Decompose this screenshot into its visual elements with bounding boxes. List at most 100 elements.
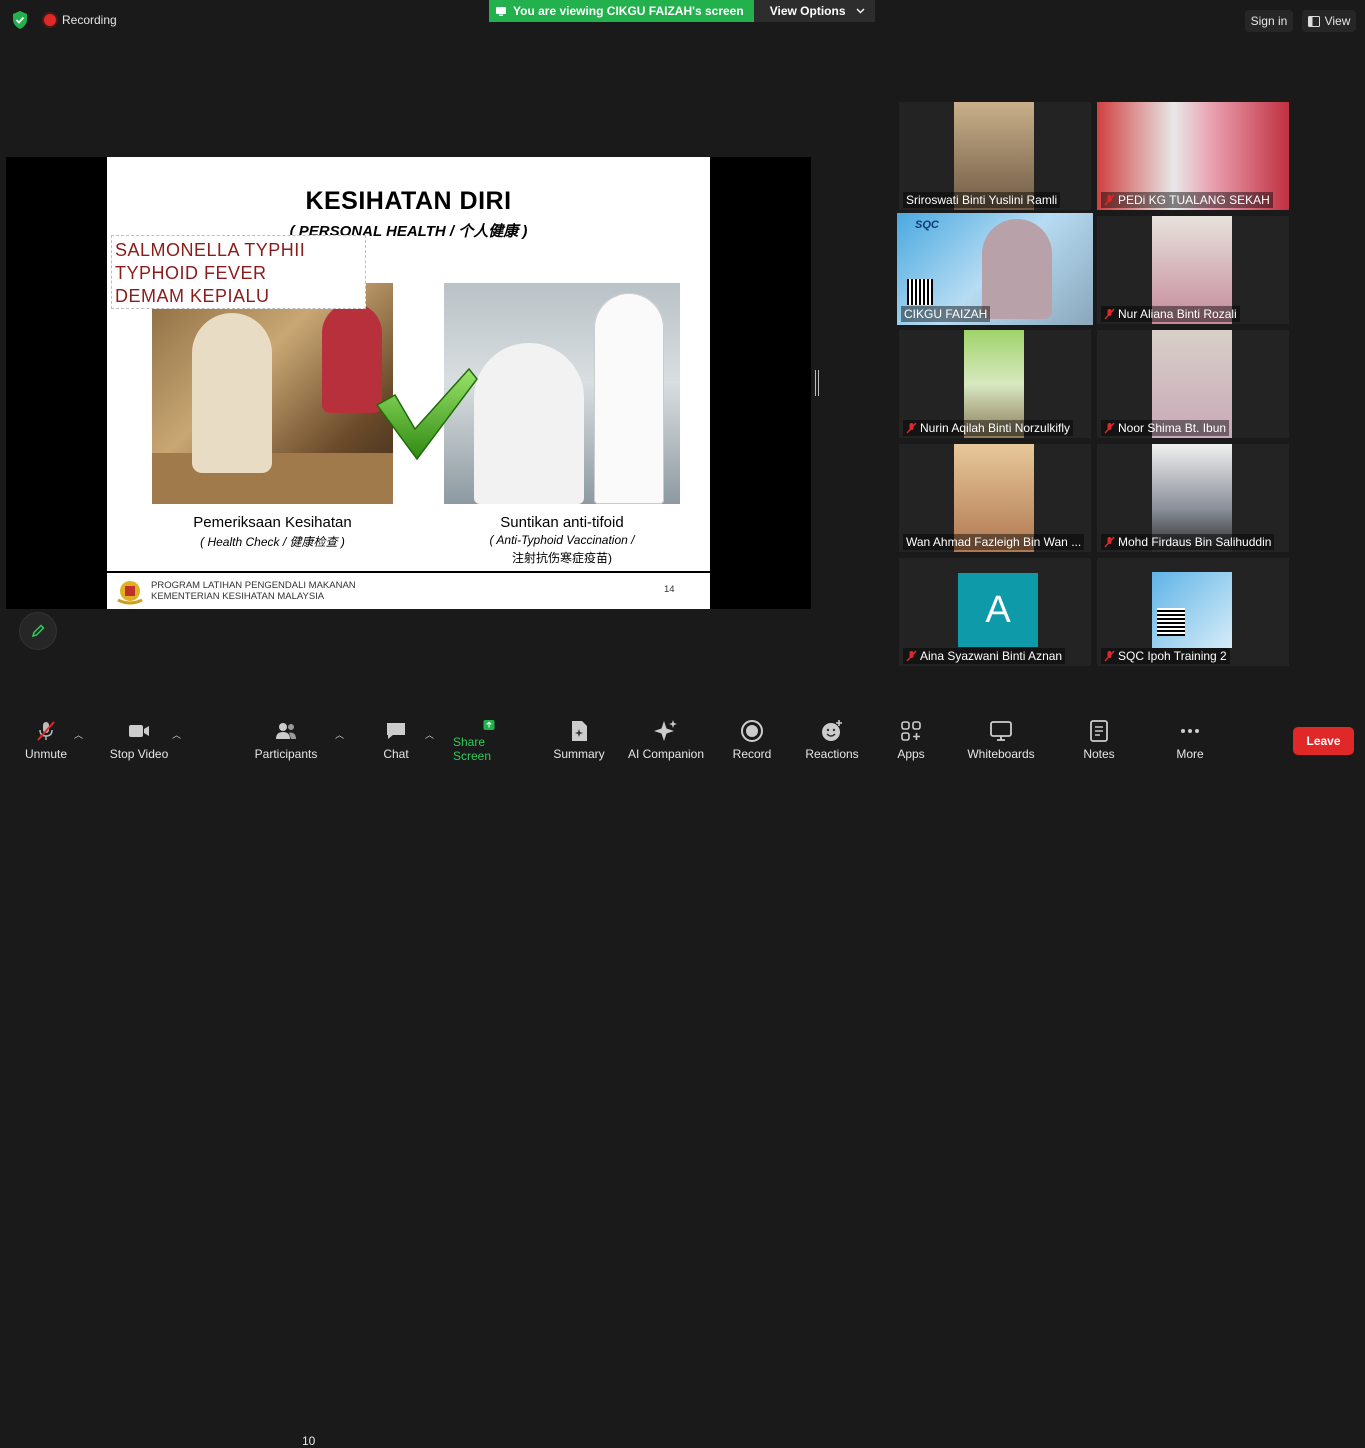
recording-indicator[interactable]: Recording	[44, 12, 117, 28]
participants-options-caret[interactable]: ︿	[335, 728, 344, 741]
participant-name: Nur Aliana Binti Rozali	[1101, 306, 1240, 322]
mic-muted-icon	[1104, 536, 1115, 548]
mic-muted-icon	[1104, 194, 1115, 206]
participant-tile[interactable]: Noor Shima Bt. Ibun	[1097, 330, 1289, 438]
caption-vaccination: Suntikan anti-tifoid	[500, 514, 624, 531]
record-label: Record	[732, 747, 772, 761]
annotate-button[interactable]	[19, 612, 57, 650]
participant-name-text: Noor Shima Bt. Ibun	[1118, 421, 1227, 435]
annotation-text-box[interactable]: SALMONELLA TYPHII TYPHOID FEVER DEMAM KE…	[111, 235, 366, 309]
footer-line: PROGRAM LATIHAN PENGENDALI MAKANAN	[151, 580, 356, 591]
participant-tile[interactable]: Sriroswati Binti Yuslini Ramli	[899, 102, 1091, 210]
participant-name-text: Nur Aliana Binti Rozali	[1118, 307, 1237, 321]
mic-muted-icon	[906, 422, 917, 434]
participant-tile-active-speaker[interactable]: SQC CIKGU FAIZAH	[897, 213, 1093, 325]
participant-name-text: Mohd Firdaus Bin Salihuddin	[1118, 535, 1272, 549]
summary-button[interactable]: Summary	[550, 719, 608, 763]
participant-tile[interactable]: Nurin Aqilah Binti Norzulkifly	[899, 330, 1091, 438]
mic-muted-icon	[1104, 308, 1115, 320]
participant-name: Mohd Firdaus Bin Salihuddin	[1101, 534, 1275, 550]
reactions-button[interactable]: Reactions	[804, 719, 860, 763]
chat-options-caret[interactable]: ︿	[425, 728, 434, 741]
participant-name: Sriroswati Binti Yuslini Ramli	[903, 192, 1061, 208]
qr-code-icon	[1157, 608, 1185, 636]
shield-icon[interactable]	[11, 10, 29, 30]
stop-video-button[interactable]: Stop Video	[107, 719, 171, 763]
video-options-caret[interactable]: ︿	[172, 728, 181, 741]
mic-muted-icon	[1104, 422, 1115, 434]
participant-name: Wan Ahmad Fazleigh Bin Wan ...	[903, 534, 1085, 550]
participant-name-text: Sriroswati Binti Yuslini Ramli	[906, 193, 1058, 207]
participant-tile[interactable]: Nur Aliana Binti Rozali	[1097, 216, 1289, 324]
record-button[interactable]: Record	[731, 719, 773, 763]
view-label: View	[1324, 14, 1351, 28]
participant-tile[interactable]: Mohd Firdaus Bin Salihuddin	[1097, 444, 1289, 552]
checkmark-icon	[375, 367, 478, 461]
sign-in-button[interactable]: Sign in	[1245, 10, 1293, 32]
footer-line: KEMENTERIAN KESIHATAN MALAYSIA	[151, 591, 325, 602]
meeting-toolbar: Unmute ︿ Stop Video ︿ Participants 10 ︿ …	[0, 711, 1365, 1448]
participant-tile[interactable]: SQC Ipoh Training 2	[1097, 558, 1289, 666]
view-options-button[interactable]: View Options	[753, 0, 875, 22]
chat-button[interactable]: Chat	[378, 719, 414, 763]
pencil-icon	[31, 624, 45, 638]
participant-tile[interactable]: A Aina Syazwani Binti Aznan	[899, 558, 1091, 666]
caption-vaccination-sub: ( Anti-Typhoid Vaccination /	[489, 533, 635, 547]
participant-name: Noor Shima Bt. Ibun	[1101, 420, 1230, 436]
record-icon	[741, 720, 763, 742]
apps-button[interactable]: Apps	[895, 719, 927, 763]
participant-tile[interactable]: Wan Ahmad Fazleigh Bin Wan ...	[899, 444, 1091, 552]
more-button[interactable]: More	[1172, 719, 1208, 763]
participant-name-text: Nurin Aqilah Binti Norzulkifly	[920, 421, 1071, 435]
unmute-label: Unmute	[24, 747, 68, 761]
smiley-plus-icon	[822, 720, 842, 741]
qr-code-icon	[907, 279, 933, 305]
caption-health-check-sub: ( Health Check / 健康检查 )	[200, 535, 345, 549]
share-screen-button[interactable]: Share Screen	[453, 719, 525, 763]
participant-name-text: CIKGU FAIZAH	[904, 307, 988, 321]
share-screen-icon	[483, 720, 495, 730]
more-dots-icon	[1181, 729, 1199, 733]
view-button[interactable]: View	[1302, 10, 1356, 32]
chevron-down-icon	[856, 8, 865, 14]
participant-name-text: PEDi KG TUALANG SEKAH	[1118, 193, 1270, 207]
ai-companion-label: AI Companion	[627, 747, 705, 761]
recording-label: Recording	[62, 13, 117, 27]
summary-icon	[572, 721, 587, 741]
recording-dot-icon	[44, 14, 56, 26]
leave-label: Leave	[1306, 734, 1341, 748]
unmute-button[interactable]: Unmute	[22, 719, 70, 763]
whiteboards-button[interactable]: Whiteboards	[963, 719, 1039, 763]
caption-vaccination-sub-chinese: 注射抗伤寒症疫苗)	[512, 551, 612, 565]
presenter-logo: SQC	[915, 219, 939, 231]
ai-companion-button[interactable]: AI Companion	[625, 719, 707, 763]
mic-muted-icon	[1104, 650, 1115, 662]
stop-video-label: Stop Video	[109, 747, 169, 761]
splitter-handle[interactable]	[815, 370, 819, 396]
slide-footer-divider	[107, 571, 710, 573]
presenter-figure	[982, 219, 1052, 319]
reactions-label: Reactions	[805, 747, 859, 761]
mic-muted-icon	[906, 650, 917, 662]
top-bar: Recording You are viewing CIKGU FAIZAH's…	[0, 0, 1365, 40]
slide-title: KESIHATAN DIRI	[305, 187, 512, 215]
whiteboard-icon	[990, 721, 1012, 741]
apps-icon	[901, 721, 921, 741]
share-screen-label: Share Screen	[453, 735, 492, 763]
notes-icon	[1090, 720, 1108, 742]
sign-in-label: Sign in	[1250, 14, 1288, 28]
annotation-line: TYPHOID FEVER	[115, 263, 267, 283]
participant-name: PEDi KG TUALANG SEKAH	[1101, 192, 1273, 208]
participant-tile[interactable]: PEDi KG TUALANG SEKAH	[1097, 102, 1289, 210]
participants-label: Participants	[254, 747, 318, 761]
annotation-line: DEMAM KEPIALU	[115, 286, 270, 306]
leave-button[interactable]: Leave	[1293, 727, 1354, 755]
more-label: More	[1176, 747, 1204, 761]
participant-name-text: Wan Ahmad Fazleigh Bin Wan ...	[906, 535, 1082, 549]
viewing-banner: You are viewing CIKGU FAIZAH's screen Vi…	[489, 0, 875, 22]
mic-muted-icon	[37, 721, 55, 741]
participants-button[interactable]: Participants	[253, 719, 319, 763]
notes-button[interactable]: Notes	[1080, 719, 1118, 763]
audio-options-caret[interactable]: ︿	[74, 728, 83, 741]
participant-name: SQC Ipoh Training 2	[1101, 648, 1230, 664]
